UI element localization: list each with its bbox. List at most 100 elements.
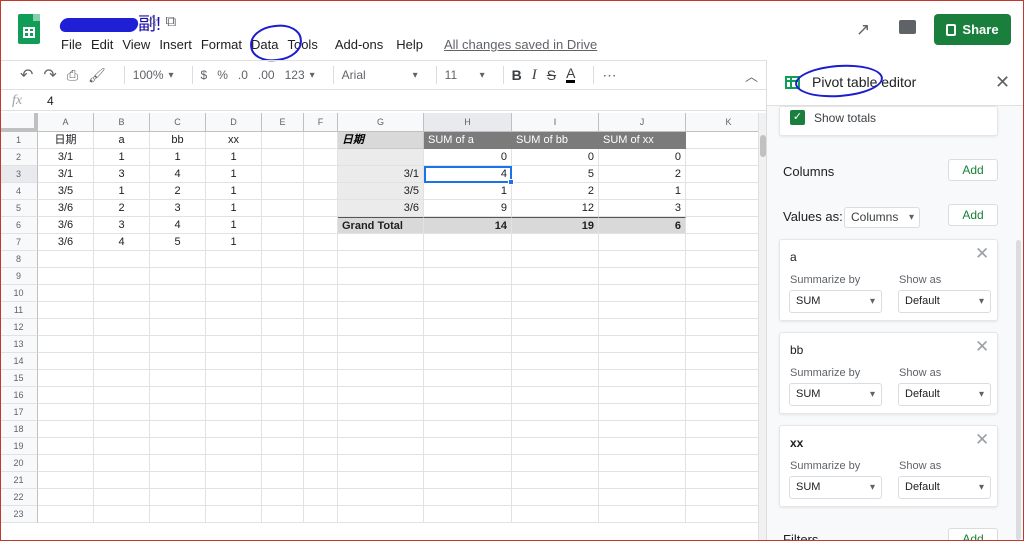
grid-cell[interactable] [150,370,206,387]
grid-cell[interactable] [94,268,150,285]
grid-cell[interactable] [338,268,424,285]
grid-cell[interactable] [94,438,150,455]
row-header-22[interactable]: 22 [0,489,38,506]
grid-cell[interactable] [338,285,424,302]
row-header-10[interactable]: 10 [0,285,38,302]
grid-cell[interactable] [262,353,304,370]
pivot-data-cell[interactable]: 3/6 [338,200,424,217]
grid-cell[interactable] [150,285,206,302]
grid-cell[interactable] [424,387,512,404]
grid-cell[interactable] [262,285,304,302]
pivot-data-cell[interactable]: 2 [599,166,686,183]
grid-cell[interactable] [686,302,758,319]
pivot-data-cell[interactable]: 0 [599,149,686,166]
row-header-4[interactable]: 4 [0,183,38,200]
grid-cell[interactable] [206,421,262,438]
pivot-data-cell[interactable]: 1 [599,183,686,200]
grid-cell[interactable] [262,319,304,336]
pivot-data-cell[interactable]: 3/5 [338,183,424,200]
grid-cell[interactable] [94,404,150,421]
grid-cell[interactable] [94,370,150,387]
grid-cell[interactable] [338,234,424,251]
grid-cell[interactable] [150,421,206,438]
grid-cell[interactable] [94,472,150,489]
grid-cell[interactable] [262,234,304,251]
grid-cell[interactable] [686,251,758,268]
grid-cell[interactable] [338,336,424,353]
summarize-by-select[interactable]: SUM [789,383,882,406]
saved-status-link[interactable]: All changes saved in Drive [444,37,597,52]
row-header-11[interactable]: 11 [0,302,38,319]
grid-cell[interactable] [512,336,599,353]
grid-cell[interactable] [599,421,686,438]
collapse-toolbar-icon[interactable]: ︿ [745,66,758,85]
row-header-17[interactable]: 17 [0,404,38,421]
grid-cell[interactable] [686,353,758,370]
source-data-cell[interactable]: 1 [206,217,262,234]
pivot-data-cell[interactable]: 3/1 [338,166,424,183]
grid-cell[interactable] [38,404,94,421]
grid-cell[interactable] [262,183,304,200]
grid-cell[interactable] [686,200,758,217]
grid-cell[interactable] [686,285,758,302]
grid-cell[interactable] [38,302,94,319]
menu-format[interactable]: Format [201,37,242,53]
bold-button[interactable]: B [512,67,522,83]
grid-cell[interactable] [512,421,599,438]
source-data-cell[interactable]: 1 [206,234,262,251]
row-header-9[interactable]: 9 [0,268,38,285]
grid-cell[interactable] [262,217,304,234]
grid-cell[interactable] [686,404,758,421]
grid-cell[interactable] [262,404,304,421]
grid-cell[interactable] [38,285,94,302]
grid-cell[interactable] [304,506,338,523]
grid-cell[interactable] [304,217,338,234]
menu-help[interactable]: Help [396,37,423,53]
column-header-h[interactable]: H [424,113,512,132]
grid-cell[interactable] [512,319,599,336]
pivot-data-cell[interactable]: 5 [512,166,599,183]
grid-cell[interactable] [150,353,206,370]
grid-cell[interactable] [599,268,686,285]
grid-cell[interactable] [686,506,758,523]
font-size-select[interactable]: 11 [445,68,485,82]
row-header-15[interactable]: 15 [0,370,38,387]
grid-cell[interactable] [94,489,150,506]
grid-cell[interactable] [686,336,758,353]
grid-cell[interactable] [150,404,206,421]
grid-cell[interactable] [338,387,424,404]
grid-cell[interactable] [512,251,599,268]
grid-cell[interactable] [686,438,758,455]
pivot-data-cell[interactable]: 1 [424,183,512,200]
increase-decimals-button[interactable]: .00 [258,68,275,82]
grid-cell[interactable] [338,489,424,506]
column-header-i[interactable]: I [512,113,599,132]
grid-cell[interactable] [304,234,338,251]
comment-icon[interactable] [899,20,916,34]
menu-view[interactable]: View [122,37,150,53]
grid-cell[interactable] [150,251,206,268]
grid-cell[interactable] [262,132,304,149]
grid-cell[interactable] [38,489,94,506]
move-to-folder-icon[interactable]: ⧉ [165,13,176,30]
source-data-cell[interactable]: 3 [150,200,206,217]
pivot-total-cell[interactable]: 14 [424,217,512,234]
grid-cell[interactable] [206,302,262,319]
active-cell[interactable]: 4 [424,166,512,183]
show-as-select[interactable]: Default [898,383,991,406]
grid-cell[interactable] [424,421,512,438]
grid-cell[interactable] [206,251,262,268]
column-header-b[interactable]: B [94,113,150,132]
grid-cell[interactable] [38,268,94,285]
grid-cell[interactable] [599,455,686,472]
zoom-select[interactable]: 100% [133,68,174,82]
grid-cell[interactable] [262,387,304,404]
row-header-18[interactable]: 18 [0,421,38,438]
grid-cell[interactable] [512,285,599,302]
grid-cell[interactable] [599,370,686,387]
remove-field-icon[interactable]: ✕ [975,244,989,264]
grid-cell[interactable] [150,506,206,523]
redo-icon[interactable]: ↷ [43,65,56,85]
grid-cell[interactable] [94,251,150,268]
select-all-corner[interactable] [0,113,38,132]
